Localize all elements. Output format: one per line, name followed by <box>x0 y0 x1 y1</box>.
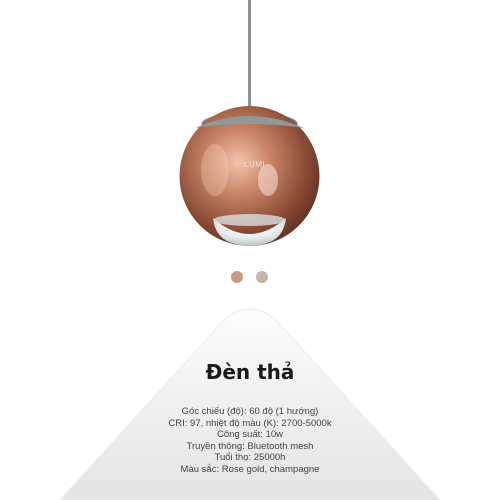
cable <box>248 0 251 112</box>
spec-lifetime: Tuổi thọ: 25000h <box>214 452 286 464</box>
spec-beam-angle: Góc chiếu (độ): 60 độ (1 hướng) <box>181 406 319 417</box>
product-title: Đèn thả <box>205 360 295 384</box>
spec-colors: Màu sắc: Rose gold, champagne <box>180 463 320 475</box>
lens-rim <box>213 214 286 226</box>
spec-connectivity: Truyền thông: Bluetooth mesh <box>186 440 314 452</box>
shade-reflection <box>201 144 229 196</box>
brand-logo: LUMI <box>244 160 266 169</box>
spec-list: Góc chiếu (độ): 60 độ (1 hướng) CRI: 97,… <box>0 406 500 476</box>
swatch-champagne <box>256 271 268 283</box>
spec-cri: CRI: 97, nhiệt độ màu (K): 2700-5000k <box>168 417 332 429</box>
swatch-rose-gold <box>231 271 243 283</box>
spec-power: Công suất: 10w <box>216 429 283 441</box>
